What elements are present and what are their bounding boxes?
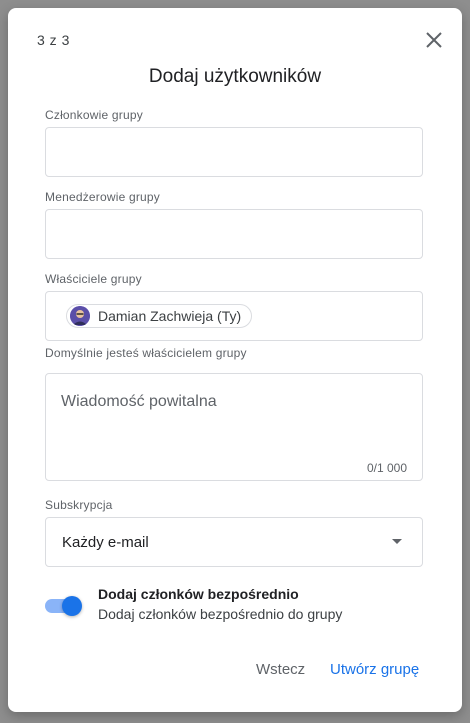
owner-chip-label: Damian Zachwieja (Ty)	[98, 308, 242, 324]
managers-label: Menedżerowie grupy	[45, 190, 160, 204]
add-members-directly-toggle[interactable]	[45, 596, 83, 616]
subscription-select[interactable]: Każdy e-mail	[45, 517, 423, 567]
subscription-value: Każdy e-mail	[62, 534, 149, 551]
subscription-label: Subskrypcja	[45, 498, 113, 512]
step-indicator: 3 z 3	[37, 32, 70, 48]
close-icon[interactable]	[422, 28, 446, 52]
toggle-knob	[62, 596, 82, 616]
welcome-message-placeholder: Wiadomość powitalna	[61, 393, 217, 410]
toggle-title: Dodaj członków bezpośrednio	[98, 586, 299, 602]
owner-chip[interactable]: Damian Zachwieja (Ty)	[66, 304, 253, 328]
members-label: Członkowie grupy	[45, 108, 143, 122]
owners-helper-text: Domyślnie jesteś właścicielem grupy	[45, 346, 247, 360]
welcome-message-textarea[interactable]: Wiadomość powitalna 0/1 000	[45, 373, 423, 481]
managers-input[interactable]	[45, 209, 423, 259]
create-group-dialog: 3 z 3 Dodaj użytkowników Członkowie grup…	[8, 8, 462, 712]
character-counter: 0/1 000	[366, 461, 407, 475]
create-group-button[interactable]: Utwórz grupę	[330, 661, 419, 678]
members-input[interactable]	[45, 127, 423, 177]
owners-label: Właściciele grupy	[45, 272, 142, 286]
back-button[interactable]: Wstecz	[256, 661, 305, 678]
toggle-description: Dodaj członków bezpośrednio do grupy	[98, 606, 343, 622]
avatar	[70, 306, 90, 326]
dialog-title: Dodaj użytkowników	[148, 66, 322, 87]
chevron-down-icon	[392, 539, 402, 544]
owners-input[interactable]: Damian Zachwieja (Ty)	[45, 291, 423, 341]
